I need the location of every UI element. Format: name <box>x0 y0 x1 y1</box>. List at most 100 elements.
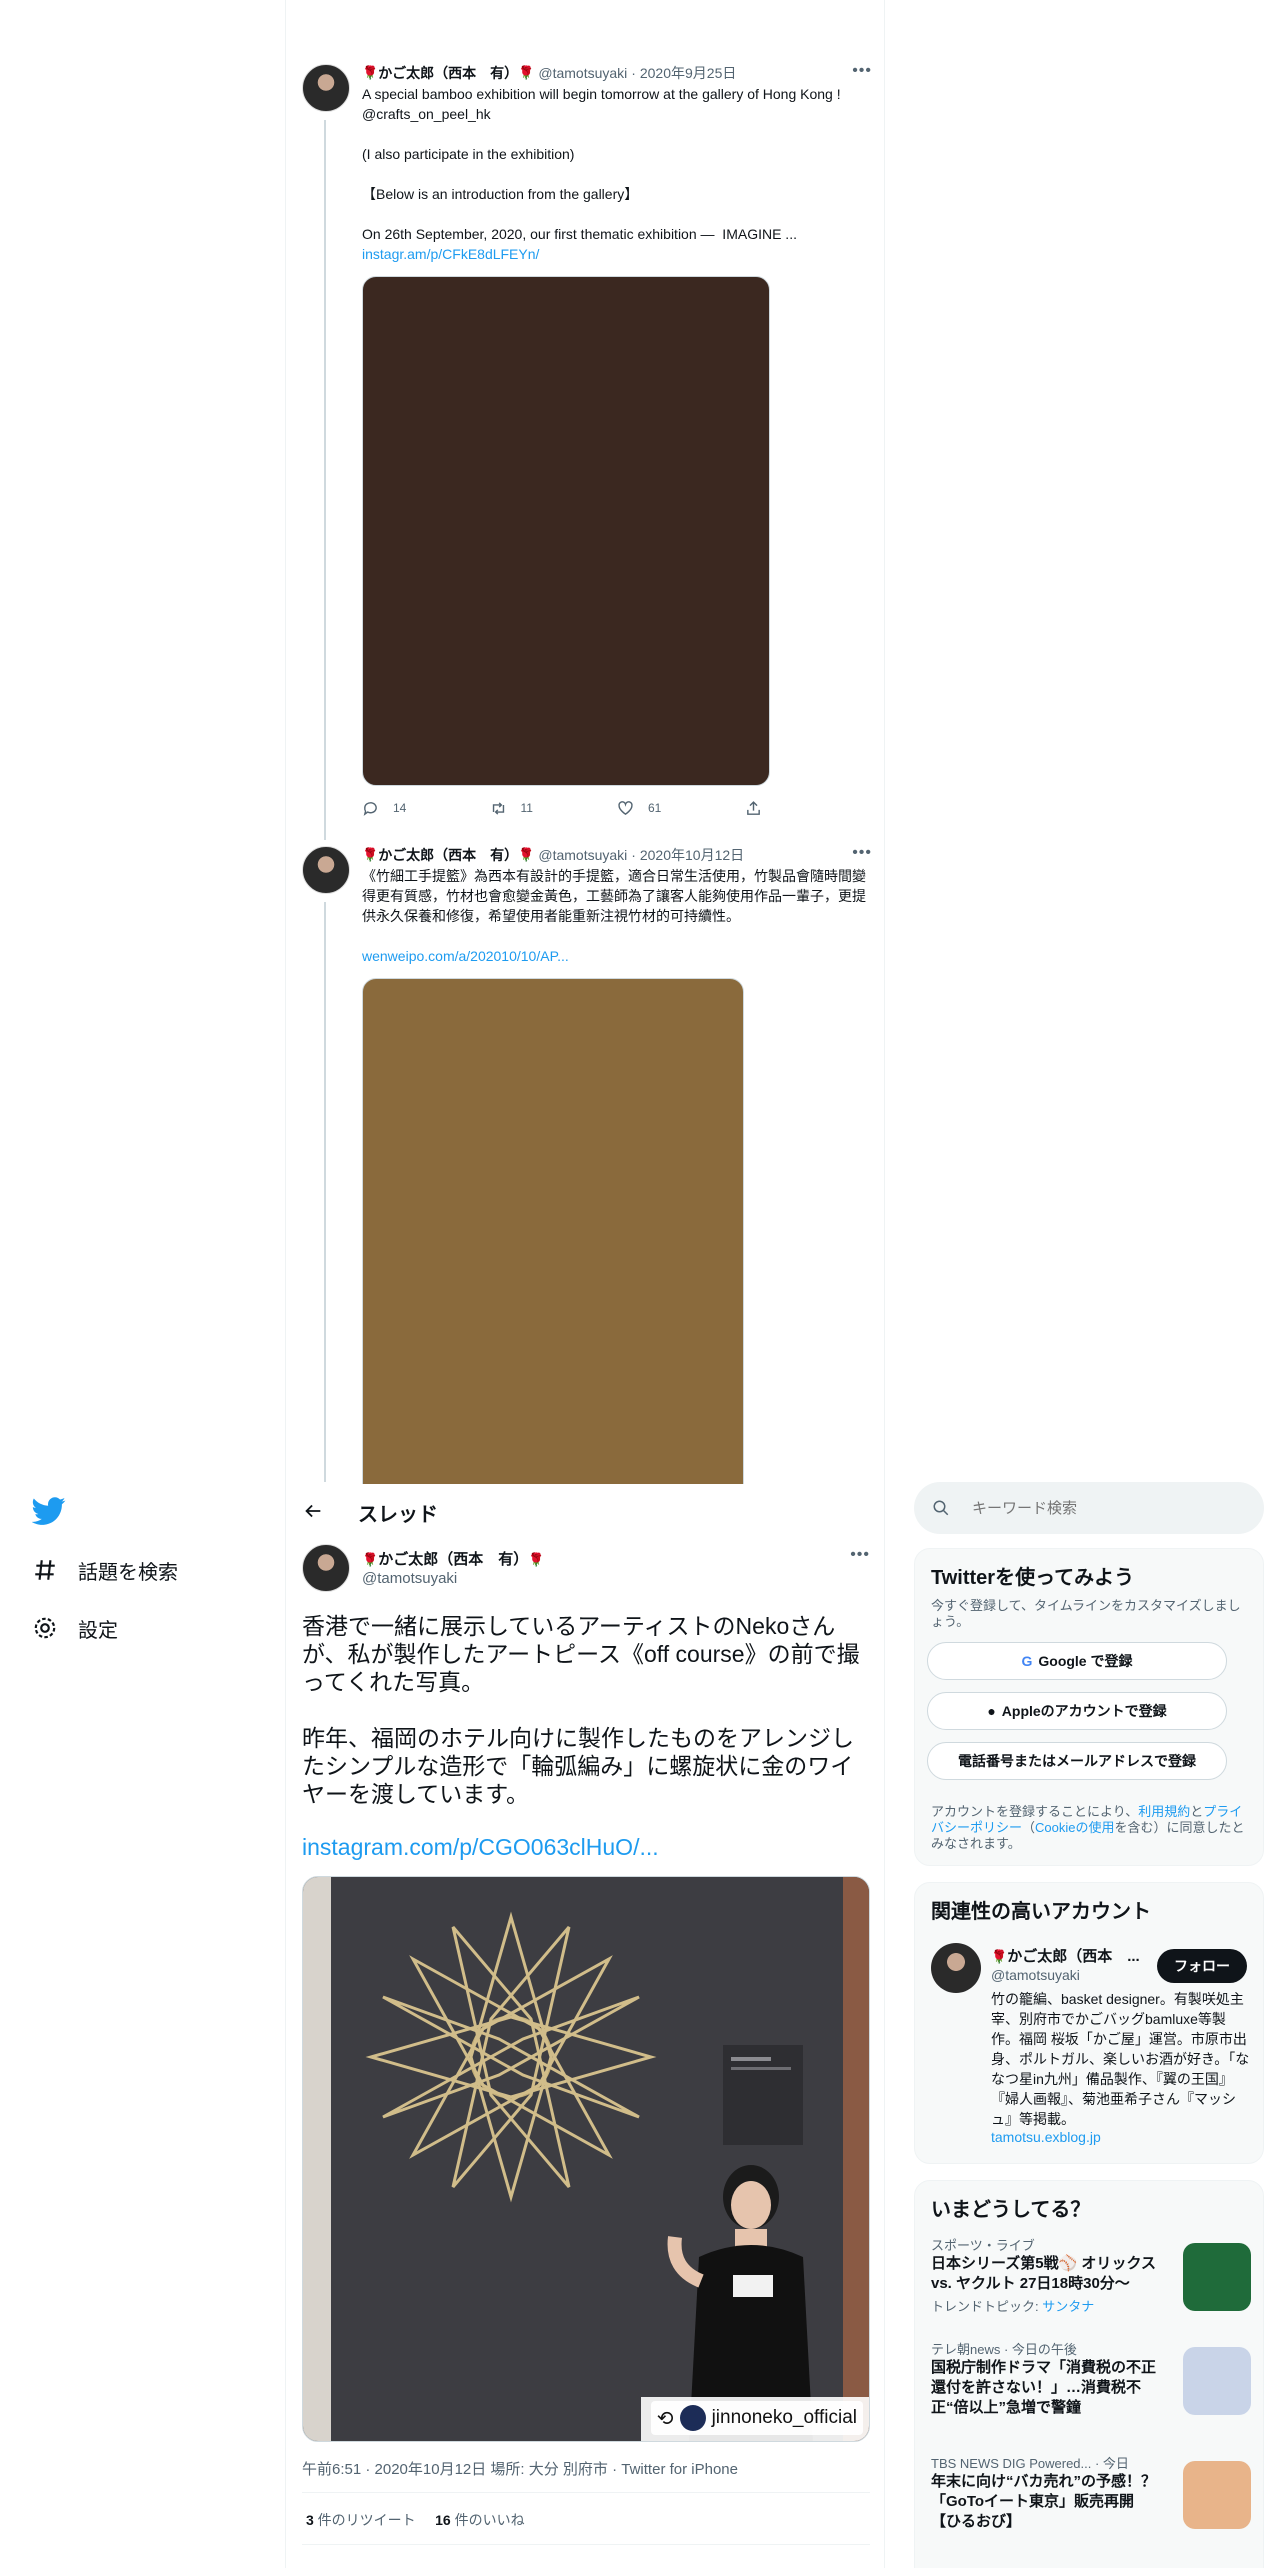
retweet-button[interactable]: 11 <box>490 800 618 817</box>
nav-item-explore[interactable]: 話題を検索 <box>32 1550 178 1590</box>
author-name-text: かご太郎（西本 有） <box>378 1551 529 1568</box>
legal-mid: （ <box>1022 1820 1036 1835</box>
nav-item-settings[interactable]: 設定 <box>32 1608 118 1648</box>
tweet-author-handle[interactable]: @tamotsuyaki <box>538 846 627 864</box>
photo-caption: jinnoneko_official <box>711 2407 857 2428</box>
tweet-body: 🌹 かご太郎（西本 有） 🌹 @tamotsuyaki · 2020年9月25日… <box>362 62 872 818</box>
account-name[interactable]: 🌹かご太郎（西本 ... <box>991 1945 1140 1966</box>
tweet-link[interactable]: instagram.com/p/CGO063clHuO/... <box>302 1834 659 1861</box>
reply-count: 14 <box>393 801 407 815</box>
tweet-author-handle[interactable]: @tamotsuyaki <box>538 64 627 82</box>
search-icon <box>933 1500 949 1516</box>
avatar[interactable] <box>302 846 350 894</box>
search-input[interactable] <box>972 1499 1222 1517</box>
tweet-text: A special bamboo exhibition will begin t… <box>362 86 841 242</box>
tweet-photo[interactable]: ⟲ jinnoneko_official <box>302 1876 870 2442</box>
repost-icon: ⟲ <box>656 2407 674 2430</box>
share-button[interactable] <box>745 800 873 817</box>
tweet-author-handle[interactable]: @tamotsuyaki <box>362 1570 457 1587</box>
tweet-header: 🌹 かご太郎（西本 有） 🌹 @tamotsuyaki · 2020年10月12… <box>362 846 872 864</box>
more-icon[interactable]: ••• <box>852 844 872 862</box>
back-arrow-icon[interactable] <box>302 1500 324 1522</box>
trend-topic-link[interactable]: サンタナ <box>1042 2299 1094 2314</box>
nav-item-label: 設定 <box>78 1619 118 1642</box>
phone-email-signup-button[interactable]: 電話番号またはメールアドレスで登録 <box>927 1742 1227 1780</box>
tweet-date[interactable]: · 2020年9月25日 <box>631 64 736 82</box>
page-title: スレッド <box>358 1504 438 1526</box>
search-box[interactable] <box>914 1482 1264 1534</box>
trend-item[interactable]: スポーツ・ライブ 日本シリーズ第5戦⚾ オリックス vs. ヤクルト 27日18… <box>931 2235 1251 2315</box>
trend-thumbnail <box>1183 2347 1251 2415</box>
pin-icon: 🌹 <box>362 847 379 862</box>
more-icon[interactable]: ••• <box>850 1546 870 1564</box>
google-signup-button[interactable]: G Google で登録 <box>927 1642 1227 1680</box>
trend-item[interactable]: TBS NEWS DIG Powered... · 今日 年末に向け“バカ売れ”… <box>931 2453 1251 2532</box>
divider <box>302 2492 870 2493</box>
legal-pre: アカウントを登録することにより、 <box>931 1804 1139 1819</box>
pin-icon: 🌹 <box>362 1552 379 1567</box>
tweet-link[interactable]: instagr.am/p/CFkE8dLFEYn/ <box>362 244 872 264</box>
tweet-author-name[interactable]: かご太郎（西本 有） <box>378 846 518 864</box>
google-icon: G <box>1021 1653 1033 1669</box>
card-subtitle: 今すぐ登録して、タイムラインをカスタマイズしましょう。 <box>931 1598 1241 1629</box>
retweet-stat-label: 件のリツイート <box>313 2512 416 2528</box>
account-name-text: かご太郎（西本 ... <box>1007 1948 1140 1965</box>
card-title: いまどうしてる？ <box>931 2199 1091 2221</box>
trend-title: 日本シリーズ第5戦⚾ オリックス vs. ヤクルト 27日18時30分〜 <box>931 2255 1156 2292</box>
tweet-author-name[interactable]: 🌹かご太郎（西本 有）🌹 <box>362 1548 544 1569</box>
pin-icon: 🌹 <box>528 1552 545 1567</box>
account-bio: 竹の籠編、basket designer。有製咲処主宰、別府市でかごバッグbam… <box>991 1991 1250 2127</box>
card-title: 関連性の高いアカウント <box>931 1901 1151 1923</box>
pin-icon: 🌹 <box>518 65 535 80</box>
account-handle[interactable]: @tamotsuyaki <box>991 1967 1080 1983</box>
tweet-header: 🌹 かご太郎（西本 有） 🌹 @tamotsuyaki · 2020年9月25日 <box>362 64 872 82</box>
retweet-stat-count: 3 <box>306 2512 314 2528</box>
reply-button[interactable]: 14 <box>362 800 490 817</box>
tweet-author-name[interactable]: かご太郎（西本 有） <box>378 64 518 82</box>
like-stat-label: 件のいいね <box>450 2512 525 2528</box>
reply-icon <box>363 801 377 816</box>
avatar[interactable] <box>302 64 350 112</box>
twitter-bird-icon[interactable] <box>32 1494 66 1528</box>
trend-thumbnail <box>1183 2461 1251 2529</box>
apple-signup-button[interactable]: ● Appleのアカウントで登録 <box>927 1692 1227 1730</box>
trend-item[interactable]: テレ朝news · 今日の午後 国税庁制作ドラマ「消費税の不正還付を許さない！」… <box>931 2339 1251 2418</box>
avatar[interactable] <box>931 1943 981 1993</box>
tweet-link[interactable]: wenweipo.com/a/202010/10/AP... <box>362 946 872 966</box>
tweet-media[interactable] <box>362 276 770 786</box>
photo-scene <box>303 1877 869 2441</box>
tweet-actions: 14 11 61 <box>362 798 872 818</box>
retweet-stat[interactable]: 3 件のリツイート <box>306 2512 416 2528</box>
account-url[interactable]: tamotsu.exblog.jp <box>991 2129 1101 2145</box>
tweet-date[interactable]: · 2020年10月12日 <box>631 846 744 864</box>
follow-button[interactable]: フォロー <box>1157 1949 1247 1983</box>
button-label: Appleのアカウントで登録 <box>1001 1703 1167 1719</box>
nav-item-label: 話題を検索 <box>78 1561 178 1584</box>
terms-link[interactable]: 利用規約 <box>1138 1804 1190 1819</box>
instagram-avatar <box>679 2405 706 2431</box>
thread-header: スレッド <box>286 1484 884 1536</box>
gear-icon <box>34 1617 56 1639</box>
avatar[interactable] <box>302 1544 350 1592</box>
like-count: 61 <box>648 801 662 815</box>
tweet-meta[interactable]: 午前6:51 · 2020年10月12日 場所: 大分 別府市 · Twitte… <box>302 2458 738 2479</box>
more-icon[interactable]: ••• <box>852 62 872 80</box>
thread-line <box>324 120 326 840</box>
main-column-right-border <box>884 0 885 2568</box>
related-accounts-card: 関連性の高いアカウント 🌹かご太郎（西本 ... @tamotsuyaki フォ… <box>914 1882 1264 2164</box>
tweet-text: 《竹細工手提籃》為西本有設計的手提籃，適合日常生活使用，竹製品會隨時間變得更有質… <box>362 868 866 924</box>
tweet-media[interactable] <box>362 978 744 1498</box>
trend-title: 国税庁制作ドラマ「消費税の不正還付を許さない！」…消費税不正“倍以上”急増で警鐘 <box>931 2359 1157 2416</box>
divider <box>302 2544 870 2545</box>
like-stat[interactable]: 16 件のいいね <box>435 2512 524 2528</box>
tweet-text: 香港で一緒に展示しているアーティストのNekoさんが、私が製作したアートピース《… <box>302 1613 860 1807</box>
cookie-link[interactable]: Cookieの使用 <box>1035 1820 1114 1835</box>
main-column-left-border <box>285 0 286 2568</box>
trend-thumbnail <box>1183 2243 1251 2311</box>
tweet-stats: 3 件のリツイート 16 件のいいね <box>306 2510 525 2530</box>
trend-title: 年末に向け“バカ売れ”の予感！？「GoToイート東京」販売再開【ひるおび】 <box>931 2473 1157 2530</box>
trends-card: いまどうしてる？ スポーツ・ライブ 日本シリーズ第5戦⚾ オリックス vs. ヤ… <box>914 2180 1264 2568</box>
like-button[interactable]: 61 <box>617 800 745 817</box>
trend-sub-pre: トレンドトピック: <box>931 2299 1043 2314</box>
photo-caption-badge: ⟲ jinnoneko_official <box>650 2401 863 2435</box>
